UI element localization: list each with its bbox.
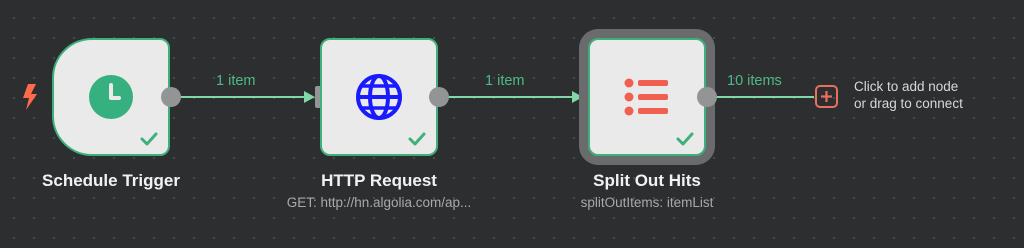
http-output-port[interactable] <box>429 87 449 107</box>
clock-icon <box>89 75 133 119</box>
node-title: HTTP Request <box>321 171 437 190</box>
node-title: Schedule Trigger <box>42 171 180 190</box>
add-node-hint-line: or drag to connect <box>854 96 963 111</box>
list-icon <box>624 78 668 116</box>
edge-http-to-split[interactable] <box>448 91 583 103</box>
edge-trigger-to-http[interactable] <box>180 91 315 103</box>
lightning-bolt-icon <box>23 84 37 110</box>
edge-item-count: 1 item <box>485 73 525 89</box>
workflow-canvas[interactable]: 1 item 1 item 10 items Schedule Trigger … <box>0 0 1024 248</box>
node-split-out-hits[interactable] <box>588 38 706 156</box>
add-node-button[interactable] <box>815 85 838 108</box>
globe-icon <box>356 74 402 120</box>
checkmark-icon <box>408 132 426 146</box>
node-subtitle: splitOutItems: itemList <box>580 195 714 210</box>
edge-item-count: 1 item <box>216 73 256 89</box>
split-output-port[interactable] <box>697 87 717 107</box>
checkmark-icon <box>676 132 694 146</box>
add-node-hint-line: Click to add node <box>854 79 959 94</box>
plus-icon <box>821 91 832 102</box>
node-schedule-trigger[interactable] <box>52 38 170 156</box>
node-title: Split Out Hits <box>593 171 701 190</box>
add-node-hint: Click to add node or drag to connect <box>854 78 963 112</box>
node-http-request[interactable] <box>320 38 438 156</box>
checkmark-icon <box>140 132 158 146</box>
node-subtitle: GET: http://hn.algolia.com/ap... <box>286 195 472 210</box>
trigger-output-port[interactable] <box>161 87 181 107</box>
edge-item-count: 10 items <box>727 73 782 89</box>
